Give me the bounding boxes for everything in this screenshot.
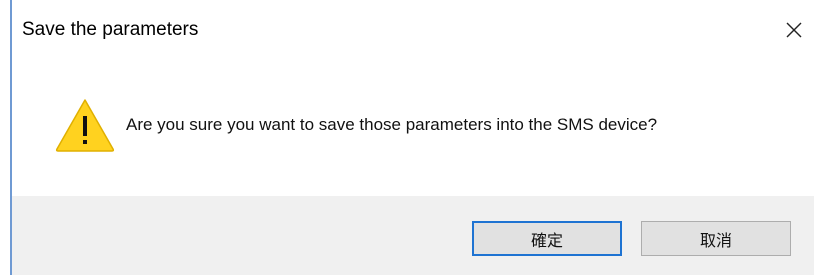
confirm-button[interactable]: 確定 [472, 221, 622, 256]
dialog-message: Are you sure you want to save those para… [126, 115, 658, 134]
close-icon [785, 21, 803, 44]
confirm-dialog: Save the parameters Are you sure you wan… [0, 0, 814, 275]
close-button[interactable] [774, 12, 814, 52]
cancel-button[interactable]: 取消 [641, 221, 791, 256]
warning-icon [54, 97, 116, 153]
dialog-title: Save the parameters [22, 19, 199, 40]
